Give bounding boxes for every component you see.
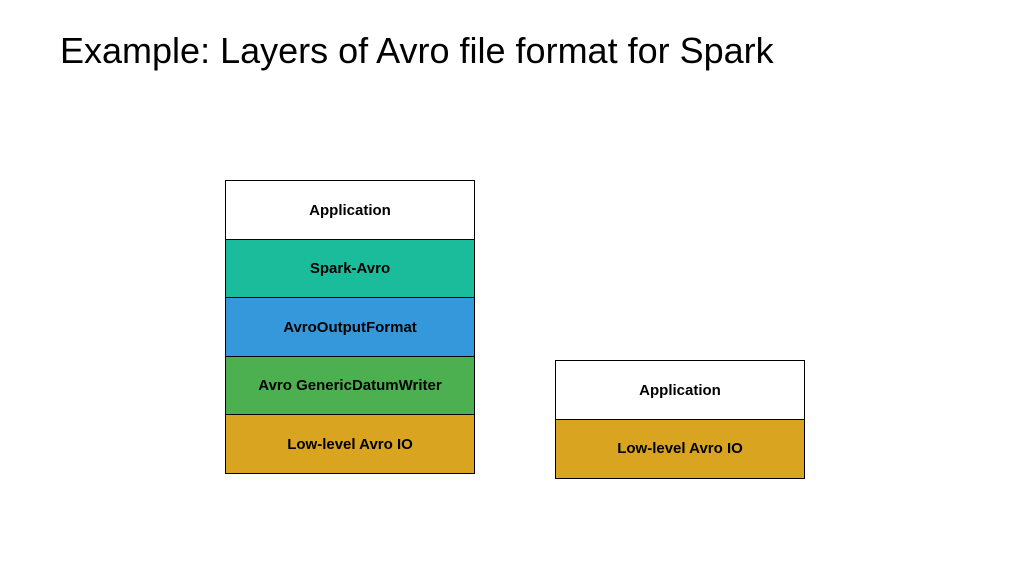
layer-avro-generic-datum-writer: Avro GenericDatumWriter [225,356,475,416]
layer-low-level-avro-io-right: Low-level Avro IO [555,419,805,479]
layer-avro-output-format: AvroOutputFormat [225,297,475,357]
layer-stack-right: Application Low-level Avro IO [555,360,805,479]
layer-application-right: Application [555,360,805,420]
slide-title: Example: Layers of Avro file format for … [60,30,774,72]
layer-application: Application [225,180,475,240]
layer-stack-left: Application Spark-Avro AvroOutputFormat … [225,180,475,474]
layer-spark-avro: Spark-Avro [225,239,475,299]
layer-low-level-avro-io: Low-level Avro IO [225,414,475,474]
